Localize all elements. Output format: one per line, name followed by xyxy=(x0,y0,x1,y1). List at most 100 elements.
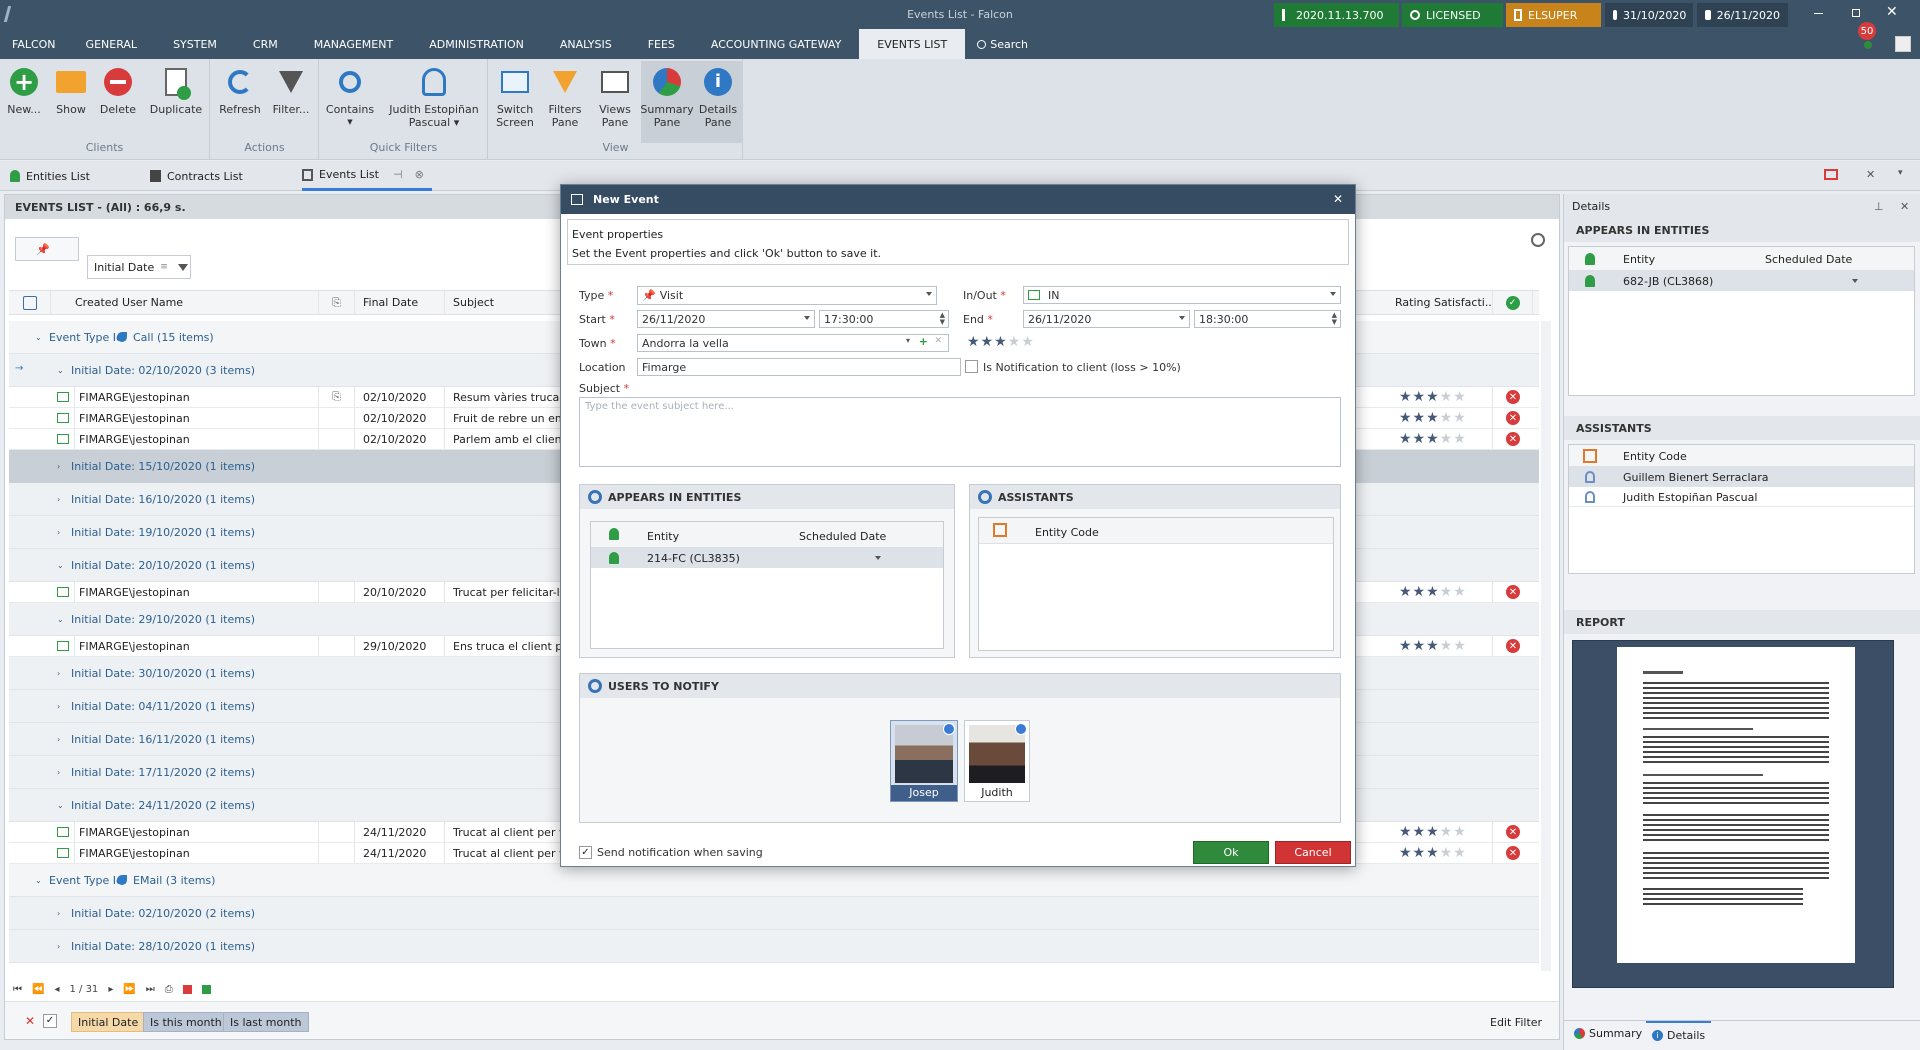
close-window-button[interactable]: ✕ xyxy=(1886,4,1898,20)
event-open-icon[interactable] xyxy=(56,413,69,423)
collapse-icon[interactable]: ⌄ xyxy=(57,615,64,624)
menu-search[interactable]: Search xyxy=(965,29,1040,59)
town-dropdown-icon[interactable]: ▾ xyxy=(906,336,910,345)
duplicate-button[interactable]: Duplicate xyxy=(148,63,204,116)
next-page-group-button[interactable]: ⏩ xyxy=(123,984,135,995)
clear-town-icon[interactable]: ✕ xyxy=(934,336,942,346)
expand-icon[interactable]: › xyxy=(57,495,60,504)
menu-fees[interactable]: FEES xyxy=(630,29,693,59)
event-open-icon[interactable] xyxy=(56,641,69,651)
prev-page-group-button[interactable]: ⏪ xyxy=(32,984,44,995)
cell-rating[interactable]: ★★★ ★★ xyxy=(1389,429,1493,449)
user-avatar[interactable] xyxy=(1895,36,1911,52)
expand-all-column[interactable] xyxy=(9,291,51,314)
show-button[interactable]: Show xyxy=(50,63,92,116)
paperclip-icon[interactable]: ⎘ xyxy=(332,390,341,404)
column-filter-icon[interactable] xyxy=(177,263,188,271)
cell-rating[interactable]: ★★★ ★★ xyxy=(1389,387,1493,407)
column-scheduled-date[interactable]: Scheduled Date xyxy=(1765,253,1852,266)
close-dialog-button[interactable]: ✕ xyxy=(1333,192,1343,206)
user-badge[interactable]: ELSUPER xyxy=(1506,3,1601,27)
expand-icon[interactable]: › xyxy=(57,942,60,951)
restore-button[interactable] xyxy=(1852,9,1860,17)
tab-summary[interactable]: Summary xyxy=(1574,1027,1642,1040)
details-pane-button[interactable]: i Details Pane xyxy=(693,61,743,143)
filters-pane-button[interactable]: Filters Pane xyxy=(541,63,589,129)
entity-row[interactable]: 682-JB (CL3868) xyxy=(1569,271,1914,291)
find-icon[interactable] xyxy=(1531,233,1545,247)
filter-button[interactable]: Filter... xyxy=(267,63,315,116)
tab-events-list[interactable]: Events List ⊣ ⊗ xyxy=(302,161,432,191)
notification-count-badge[interactable]: 50 xyxy=(1858,22,1876,40)
cell-rating[interactable]: ★★★ ★★ xyxy=(1389,636,1493,656)
start-time-input[interactable]: 17:30:00 ▲ ▼ xyxy=(819,310,949,328)
panel-menu-icon[interactable]: ▾ xyxy=(1898,168,1903,178)
collapse-icon[interactable]: ⌄ xyxy=(35,333,42,342)
event-type-group-row[interactable]: ⌄ Event Type Id: EMail (3 items) xyxy=(9,864,1539,897)
prev-page-button[interactable]: ◂ xyxy=(54,984,59,995)
last-page-button[interactable]: ⏭ xyxy=(146,984,155,995)
type-select[interactable]: 📌 Visit xyxy=(637,286,937,305)
date-group-row[interactable]: › Initial Date: 28/10/2020 (1 items) xyxy=(9,930,1539,963)
menu-analysis[interactable]: ANALYSIS xyxy=(542,29,630,59)
collapse-icon[interactable]: ⌄ xyxy=(35,876,42,885)
notify-client-checkbox[interactable] xyxy=(965,360,978,373)
pin-icon[interactable]: 📌 xyxy=(36,243,50,256)
tab-entities-list[interactable]: Entities List xyxy=(10,161,90,191)
contains-button[interactable]: Contains ▼ xyxy=(324,63,376,129)
print-icon[interactable]: ⎙ xyxy=(165,984,173,995)
start-date-input[interactable]: 26/11/2020 xyxy=(637,310,815,328)
collapse-icon[interactable]: ⌄ xyxy=(57,801,64,810)
menu-system[interactable]: SYSTEM xyxy=(155,29,235,59)
end-time-input[interactable]: 18:30:00 ▲ ▼ xyxy=(1194,310,1341,328)
close-details-icon[interactable]: ✕ xyxy=(1900,200,1909,213)
inout-select[interactable]: IN xyxy=(1023,286,1341,304)
assistant-row[interactable]: Guillem Bienert Serraclara xyxy=(1569,467,1914,487)
event-open-icon[interactable] xyxy=(56,848,69,858)
add-town-icon[interactable]: + xyxy=(919,335,928,348)
filter-tag-this-month[interactable]: Is this month xyxy=(143,1012,229,1032)
new-button[interactable]: + New... xyxy=(4,63,44,116)
delete-button[interactable]: Delete xyxy=(96,63,140,116)
menu-falcon[interactable]: FALCON xyxy=(0,29,68,59)
summary-pane-button[interactable]: Summary Pane xyxy=(640,61,694,143)
switch-screen-button[interactable]: Switch Screen xyxy=(491,63,539,129)
cell-rating[interactable]: ★★★ ★★ xyxy=(1389,582,1493,602)
event-open-icon[interactable] xyxy=(56,827,69,837)
pin-panel-icon[interactable]: ⊥ xyxy=(1874,200,1884,213)
user-card-josep[interactable]: Josep xyxy=(890,720,958,802)
end-date-input[interactable]: 26/11/2020 xyxy=(1023,310,1190,328)
first-page-button[interactable]: ⏮ xyxy=(13,984,22,995)
column-entity-code[interactable]: Entity Code xyxy=(1035,526,1099,539)
expand-icon[interactable]: › xyxy=(57,909,60,918)
event-open-icon[interactable] xyxy=(56,392,69,402)
filter-tag-last-month[interactable]: Is last month xyxy=(223,1012,309,1032)
date-group-row[interactable]: › Initial Date: 02/10/2020 (2 items) xyxy=(9,897,1539,930)
expand-icon[interactable]: › xyxy=(57,702,60,711)
column-status[interactable]: ✓ xyxy=(1493,291,1533,314)
column-attachment[interactable]: ⎘ xyxy=(319,291,355,314)
float-panel-icon[interactable] xyxy=(1824,169,1838,180)
town-select[interactable]: Andorra la vella ▾ + ✕ xyxy=(637,334,949,352)
pin-tab-icon[interactable]: ⊣ xyxy=(393,168,403,181)
enable-filter-checkbox[interactable]: ✓ xyxy=(43,1014,57,1028)
menu-events-list[interactable]: EVENTS LIST xyxy=(859,29,966,59)
close-tab-icon[interactable]: ⊗ xyxy=(415,168,424,181)
tab-contracts-list[interactable]: Contracts List xyxy=(150,161,243,191)
collapse-icon[interactable]: ⌄ xyxy=(57,366,64,375)
close-panel-icon[interactable]: ✕ xyxy=(1866,168,1875,181)
menu-administration[interactable]: ADMINISTRATION xyxy=(411,29,542,59)
edit-filter-link[interactable]: Edit Filter xyxy=(1490,1016,1542,1029)
expand-icon[interactable]: › xyxy=(57,462,60,471)
cell-rating[interactable]: ★★★ ★★ xyxy=(1389,822,1493,842)
grid-scrollbar[interactable] xyxy=(1541,321,1551,971)
column-entity-code[interactable]: Entity Code xyxy=(1623,450,1687,463)
clear-filter-icon[interactable]: ✕ xyxy=(25,1014,35,1028)
menu-accounting-gateway[interactable]: ACCOUNTING GATEWAY xyxy=(693,29,859,59)
next-page-button[interactable]: ▸ xyxy=(108,984,113,995)
cell-rating[interactable]: ★★★ ★★ xyxy=(1389,408,1493,428)
expand-icon[interactable]: › xyxy=(57,528,60,537)
excel-export-icon[interactable] xyxy=(201,984,211,994)
send-notification-checkbox[interactable]: ✓ xyxy=(579,846,592,859)
column-subject[interactable]: Subject xyxy=(445,291,565,314)
